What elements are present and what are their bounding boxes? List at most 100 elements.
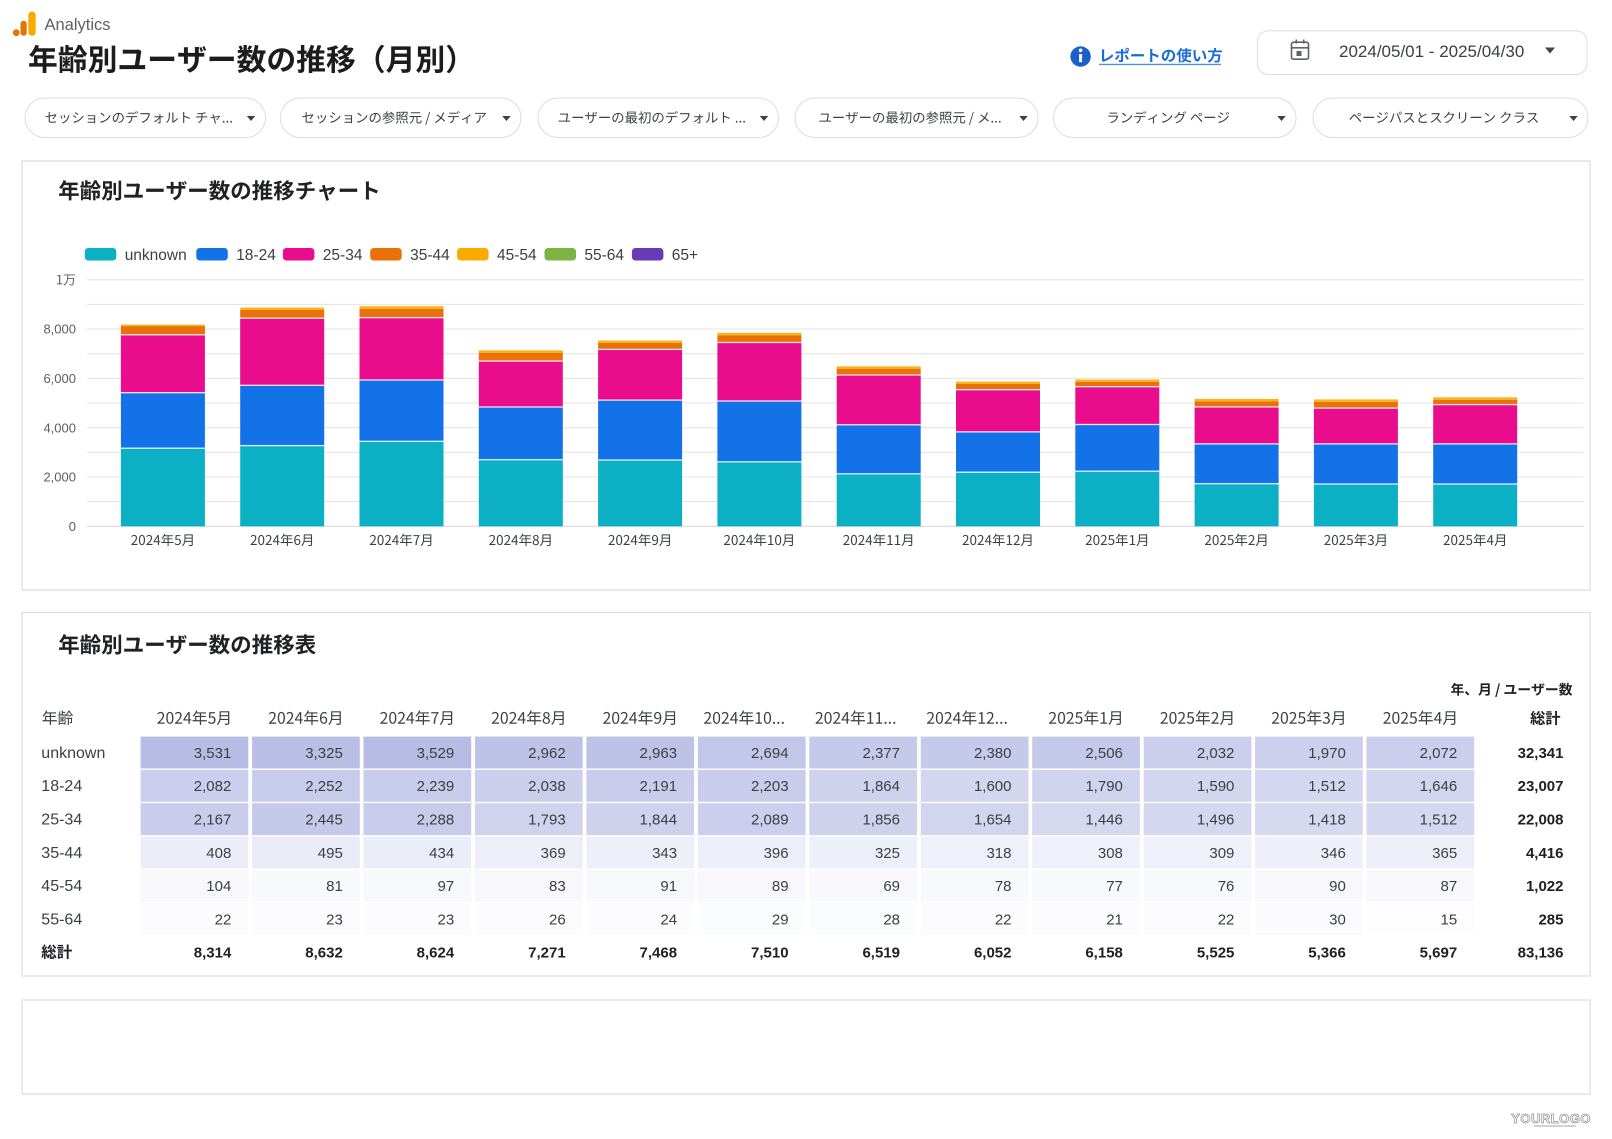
svg-text:77: 77 xyxy=(1106,878,1123,895)
svg-text:29: 29 xyxy=(772,911,789,928)
svg-text:90: 90 xyxy=(1329,878,1346,895)
svg-text:4,000: 4,000 xyxy=(43,420,76,435)
svg-text:2024/05/01 - 2025/04/30: 2024/05/01 - 2025/04/30 xyxy=(1339,42,1524,61)
svg-text:5,697: 5,697 xyxy=(1420,945,1458,962)
svg-text:6,052: 6,052 xyxy=(974,945,1012,962)
svg-text:1,654: 1,654 xyxy=(974,812,1012,829)
svg-text:2,089: 2,089 xyxy=(751,812,789,829)
svg-text:1,970: 1,970 xyxy=(1308,745,1346,762)
svg-text:45-54: 45-54 xyxy=(497,247,537,264)
svg-text:1,496: 1,496 xyxy=(1197,812,1235,829)
svg-text:495: 495 xyxy=(318,845,343,862)
svg-text:2,082: 2,082 xyxy=(194,778,232,795)
svg-text:3,531: 3,531 xyxy=(194,745,232,762)
svg-text:Analytics: Analytics xyxy=(45,16,111,34)
svg-text:2,962: 2,962 xyxy=(528,745,566,762)
svg-text:4,416: 4,416 xyxy=(1526,845,1564,862)
svg-text:2,203: 2,203 xyxy=(751,778,789,795)
svg-text:26: 26 xyxy=(549,911,566,928)
svg-text:22: 22 xyxy=(215,911,232,928)
svg-text:1,022: 1,022 xyxy=(1526,878,1564,895)
svg-text:2,191: 2,191 xyxy=(640,778,678,795)
svg-text:55-64: 55-64 xyxy=(584,247,624,264)
svg-text:23: 23 xyxy=(326,911,343,928)
svg-text:2,000: 2,000 xyxy=(43,470,76,485)
svg-text:1,864: 1,864 xyxy=(862,778,900,795)
svg-text:18-24: 18-24 xyxy=(236,247,276,264)
svg-text:308: 308 xyxy=(1098,845,1123,862)
svg-text:2,252: 2,252 xyxy=(305,778,343,795)
svg-text:2,506: 2,506 xyxy=(1085,745,1123,762)
svg-text:22: 22 xyxy=(995,911,1012,928)
svg-text:1,512: 1,512 xyxy=(1308,778,1346,795)
svg-text:1,600: 1,600 xyxy=(974,778,1012,795)
svg-text:1,844: 1,844 xyxy=(640,812,678,829)
svg-text:unknown: unknown xyxy=(125,247,187,264)
svg-text:1,418: 1,418 xyxy=(1308,812,1346,829)
svg-text:65+: 65+ xyxy=(672,247,698,264)
svg-text:78: 78 xyxy=(995,878,1012,895)
svg-text:369: 369 xyxy=(541,845,566,862)
svg-text:2,288: 2,288 xyxy=(417,812,455,829)
svg-text:25-34: 25-34 xyxy=(323,247,363,264)
svg-text:15: 15 xyxy=(1441,911,1458,928)
svg-text:1,856: 1,856 xyxy=(862,812,900,829)
svg-text:2,445: 2,445 xyxy=(305,812,343,829)
svg-text:325: 325 xyxy=(875,845,900,862)
svg-text:365: 365 xyxy=(1432,845,1457,862)
svg-text:408: 408 xyxy=(206,845,231,862)
svg-text:1,590: 1,590 xyxy=(1197,778,1235,795)
svg-text:309: 309 xyxy=(1209,845,1234,862)
svg-text:30: 30 xyxy=(1329,911,1346,928)
svg-text:6,000: 6,000 xyxy=(43,371,76,386)
svg-text:87: 87 xyxy=(1441,878,1458,895)
svg-text:YOURLOGO: YOURLOGO xyxy=(1511,1111,1591,1126)
svg-text:7,468: 7,468 xyxy=(640,945,678,962)
svg-text:2,380: 2,380 xyxy=(974,745,1012,762)
svg-text:69: 69 xyxy=(883,878,900,895)
svg-text:91: 91 xyxy=(660,878,677,895)
svg-text:8,314: 8,314 xyxy=(194,945,232,962)
svg-text:2,963: 2,963 xyxy=(640,745,678,762)
svg-text:2,694: 2,694 xyxy=(751,745,789,762)
svg-text:5,525: 5,525 xyxy=(1197,945,1235,962)
svg-text:104: 104 xyxy=(206,878,231,895)
svg-text:2,377: 2,377 xyxy=(862,745,900,762)
svg-text:3,529: 3,529 xyxy=(417,745,455,762)
svg-text:2,072: 2,072 xyxy=(1420,745,1458,762)
svg-text:8,624: 8,624 xyxy=(417,945,455,962)
svg-text:1,512: 1,512 xyxy=(1420,812,1458,829)
svg-text:318: 318 xyxy=(986,845,1011,862)
svg-text:83: 83 xyxy=(549,878,566,895)
svg-text:1,446: 1,446 xyxy=(1085,812,1123,829)
svg-text:285: 285 xyxy=(1538,911,1563,928)
svg-text:7,510: 7,510 xyxy=(751,945,789,962)
svg-text:434: 434 xyxy=(429,845,454,862)
svg-text:97: 97 xyxy=(438,878,455,895)
svg-text:83,136: 83,136 xyxy=(1518,945,1564,962)
svg-text:24: 24 xyxy=(660,911,677,928)
svg-text:2,032: 2,032 xyxy=(1197,745,1235,762)
svg-text:2,167: 2,167 xyxy=(194,812,232,829)
svg-text:81: 81 xyxy=(326,878,343,895)
svg-text:343: 343 xyxy=(652,845,677,862)
svg-text:35-44: 35-44 xyxy=(410,247,450,264)
svg-text:23: 23 xyxy=(438,911,455,928)
svg-text:18-24: 18-24 xyxy=(41,778,82,795)
svg-text:7,271: 7,271 xyxy=(528,945,566,962)
svg-text:6,519: 6,519 xyxy=(862,945,900,962)
svg-text:21: 21 xyxy=(1106,911,1123,928)
svg-text:1,793: 1,793 xyxy=(528,812,566,829)
svg-text:55-64: 55-64 xyxy=(41,911,82,928)
svg-text:22,008: 22,008 xyxy=(1518,812,1564,829)
svg-text:396: 396 xyxy=(764,845,789,862)
svg-text:346: 346 xyxy=(1321,845,1346,862)
svg-text:32,341: 32,341 xyxy=(1518,745,1564,762)
svg-text:6,158: 6,158 xyxy=(1085,945,1123,962)
svg-text:2,038: 2,038 xyxy=(528,778,566,795)
svg-text:28: 28 xyxy=(883,911,900,928)
svg-text:25-34: 25-34 xyxy=(41,812,82,829)
svg-text:23,007: 23,007 xyxy=(1518,778,1564,795)
svg-text:unknown: unknown xyxy=(41,745,105,762)
svg-text:89: 89 xyxy=(772,878,789,895)
